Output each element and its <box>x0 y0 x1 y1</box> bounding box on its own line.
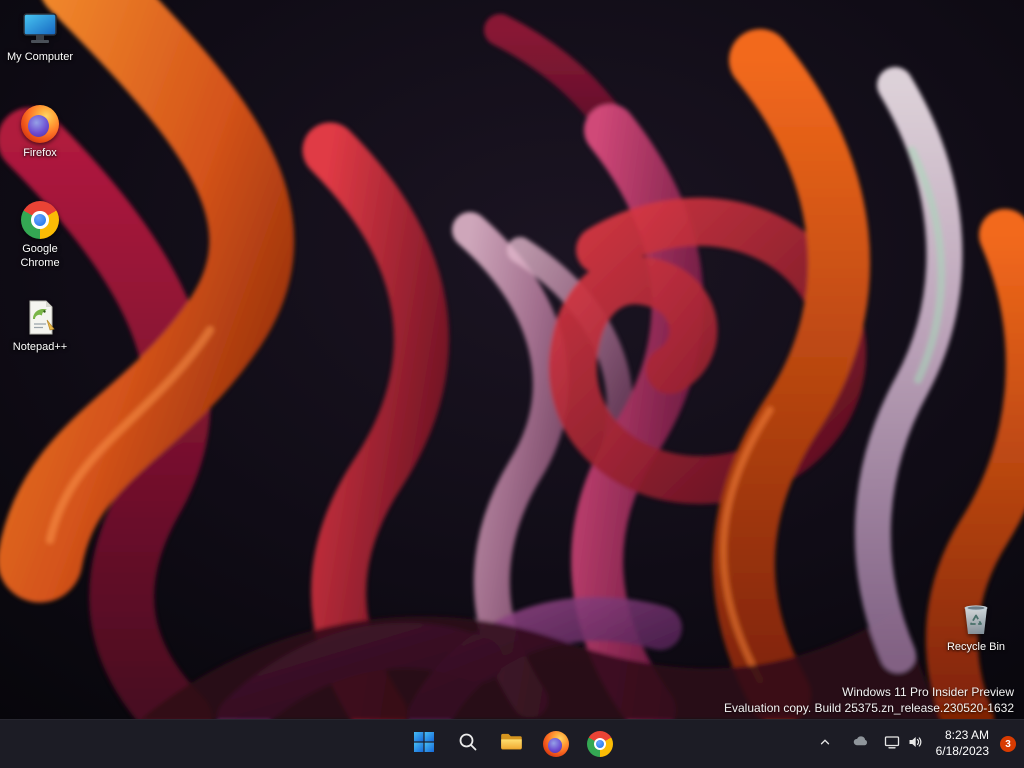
desktop-icon-recycle-bin[interactable]: Recycle Bin <box>938 596 1014 657</box>
desktop-icon-label: Google Chrome <box>20 243 60 269</box>
desktop-icon-notepad-plus-plus[interactable]: Notepad++ <box>2 296 78 357</box>
onedrive-tray-button[interactable] <box>844 724 878 764</box>
wallpaper-image <box>0 0 1024 720</box>
network-volume-button[interactable] <box>880 724 927 764</box>
firefox-icon <box>543 731 569 757</box>
evaluation-watermark: Windows 11 Pro Insider Preview Evaluatio… <box>724 684 1014 716</box>
network-icon <box>884 734 900 755</box>
firefox-icon <box>20 104 60 144</box>
desktop-icon-label: My Computer <box>6 51 74 63</box>
clock[interactable]: 8:23 AM 6/18/2023 <box>929 724 996 764</box>
volume-icon <box>907 734 923 755</box>
taskbar-center-group <box>404 724 620 764</box>
notification-badge[interactable]: 3 <box>1000 736 1016 752</box>
start-button[interactable] <box>404 724 444 764</box>
chrome-icon <box>20 200 60 240</box>
clock-date: 6/18/2023 <box>935 744 989 758</box>
desktop[interactable]: My Computer Firefox Google Chrome Notepa… <box>0 0 1024 720</box>
show-hidden-icons-button[interactable] <box>808 724 842 764</box>
windows-logo-icon <box>412 730 436 759</box>
taskbar: 8:23 AM 6/18/2023 3 <box>0 719 1024 768</box>
clock-time: 8:23 AM <box>944 728 989 743</box>
recycle-bin-icon <box>956 598 996 638</box>
file-explorer-button[interactable] <box>492 724 532 764</box>
watermark-line2: Evaluation copy. Build 25375.zn_release.… <box>724 700 1014 715</box>
desktop-icon-label: Firefox <box>23 147 57 159</box>
desktop-icon-label: Recycle Bin <box>946 641 1006 653</box>
chevron-up-icon <box>818 735 832 754</box>
search-button[interactable] <box>448 724 488 764</box>
search-icon <box>457 731 479 758</box>
firefox-taskbar-button[interactable] <box>536 724 576 764</box>
notepad-plus-plus-icon <box>20 298 60 338</box>
watermark-line1: Windows 11 Pro Insider Preview <box>842 684 1014 699</box>
folder-icon <box>499 729 525 760</box>
desktop-icon-label: Notepad++ <box>12 341 68 353</box>
chrome-taskbar-button[interactable] <box>580 724 620 764</box>
onedrive-cloud-icon <box>852 733 869 755</box>
desktop-icon-google-chrome[interactable]: Google Chrome <box>2 198 78 273</box>
system-tray: 8:23 AM 6/18/2023 3 <box>808 724 1022 764</box>
chrome-icon <box>587 731 613 757</box>
desktop-icon-firefox[interactable]: Firefox <box>2 102 78 163</box>
desktop-icon-my-computer[interactable]: My Computer <box>2 6 78 67</box>
monitor-icon <box>20 8 60 48</box>
